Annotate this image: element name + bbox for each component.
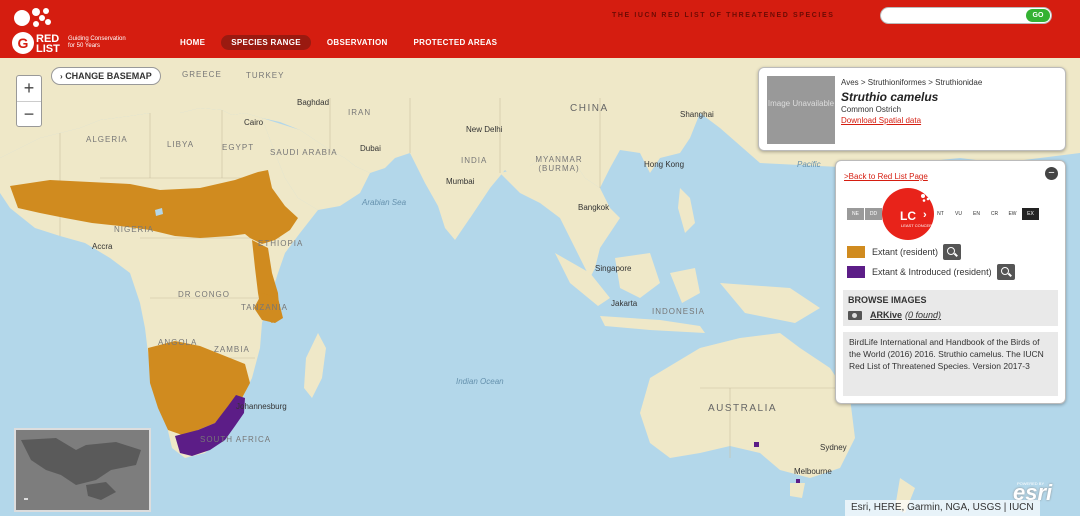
label-baghdad: Baghdad [297, 98, 330, 107]
label-accra: Accra [92, 242, 113, 251]
label-dr-congo: DR CONGO [178, 290, 230, 299]
overview-map[interactable] [14, 428, 151, 512]
zoom-to-extent-icon[interactable] [996, 264, 1015, 280]
search-input[interactable] [889, 10, 1019, 21]
main-nav: HOME SPECIES RANGE OBSERVATION PROTECTED… [170, 35, 507, 50]
category-dd: DD [865, 208, 882, 220]
change-basemap-button[interactable]: › CHANGE BASEMAP [51, 67, 161, 85]
back-to-red-list-link[interactable]: >Back to Red List Page [844, 172, 928, 181]
change-basemap-label: CHANGE BASEMAP [65, 71, 152, 81]
search-box: GO [880, 7, 1052, 24]
legend-label-extant: Extant (resident) [872, 247, 939, 257]
legend-swatch-introduced [847, 266, 865, 278]
taxonomy-breadcrumb: Aves > Struthioniformes > Struthionidae [841, 78, 983, 87]
label-angola: ANGOLA [158, 338, 198, 347]
label-ethiopia: ETHIOPIA [258, 239, 304, 248]
zoom-in-button[interactable]: + [17, 76, 41, 101]
label-cairo: Cairo [244, 118, 264, 127]
label-turkey: TURKEY [246, 71, 285, 80]
logo-tagline: Guiding Conservation for 50 Years [68, 36, 126, 49]
red-list-category-scale: NE DD NT VU EN CR EW EX [847, 208, 1039, 220]
label-zambia: ZAMBIA [214, 345, 250, 354]
category-cr: CR [986, 208, 1003, 220]
red-list-paw-icon [921, 193, 930, 202]
zoom-to-extent-icon[interactable] [943, 244, 962, 260]
category-en: EN [968, 208, 985, 220]
nav-protected-areas[interactable]: PROTECTED AREAS [404, 35, 508, 50]
common-name: Common Ostrich [841, 105, 902, 114]
logo-red-list-text: RED LIST [36, 33, 60, 55]
label-australia: AUSTRALIA [708, 403, 778, 414]
arkive-count: (0 found) [905, 310, 942, 320]
label-greece: GREECE [182, 70, 222, 79]
category-ex: EX [1022, 208, 1039, 220]
legend-introduced: Extant & Introduced (resident) [847, 264, 1015, 280]
label-arabian-sea: Arabian Sea [362, 198, 407, 207]
category-code: LC [900, 209, 916, 223]
label-algeria: ALGERIA [86, 135, 128, 144]
citation-text: BirdLife International and Handbook of t… [843, 332, 1058, 396]
legend-extant: Extant (resident) [847, 244, 962, 260]
nav-home[interactable]: HOME [170, 35, 215, 50]
label-saudi-arabia: SAUDI ARABIA [270, 148, 338, 157]
species-card: Image Unavailable Aves > Struthioniforme… [758, 67, 1066, 151]
site-tagline: THE IUCN RED LIST OF THREATENED SPECIES [612, 12, 835, 19]
scientific-name: Struthio camelus [841, 90, 939, 104]
category-ne: NE [847, 208, 864, 220]
legend-label-introduced: Extant & Introduced (resident) [872, 267, 992, 277]
label-shanghai: Shanghai [680, 110, 714, 119]
browse-images-title: BROWSE IMAGES [848, 295, 927, 305]
label-indian-ocean: Indian Ocean [456, 377, 504, 386]
label-china: CHINA [570, 103, 609, 114]
chevron-right-icon: › [923, 209, 927, 221]
search-go-button[interactable]: GO [1026, 9, 1050, 22]
label-myanmar: MYANMAR (BURMA) [535, 155, 583, 173]
chevron-right-icon: › [60, 72, 63, 81]
label-indonesia: INDONESIA [652, 307, 706, 316]
label-dubai: Dubai [360, 144, 381, 153]
species-info-panel: >Back to Red List Page − NE DD NT VU EN … [835, 160, 1066, 404]
collapse-panel-button[interactable]: − [1045, 167, 1058, 180]
label-nigeria: NIGERIA [114, 225, 154, 234]
browse-images-section: BROWSE IMAGES ARKive (0 found) [843, 290, 1058, 326]
label-india: INDIA [461, 156, 488, 165]
zoom-out-button[interactable]: − [17, 101, 41, 126]
nav-observation[interactable]: OBSERVATION [317, 35, 398, 50]
category-nt: NT [932, 208, 949, 220]
camera-icon [848, 310, 862, 320]
overview-map-svg [16, 430, 149, 510]
legend-swatch-extant [847, 246, 865, 258]
header: G RED LIST Guiding Conservation for 50 Y… [0, 0, 1080, 58]
label-hong-kong: Hong Kong [644, 160, 685, 169]
map-attribution: Esri, HERE, Garmin, NGA, USGS | IUCN [845, 500, 1040, 516]
iucn-red-list-logo[interactable]: G RED LIST Guiding Conservation for 50 Y… [12, 6, 126, 55]
label-new-delhi: New Delhi [466, 125, 503, 134]
category-ew: EW [1004, 208, 1021, 220]
category-subtitle: LEAST CONCERN [901, 223, 935, 228]
label-melbourne: Melbourne [794, 467, 832, 476]
label-south-africa: SOUTH AFRICA [200, 435, 272, 444]
label-tanzania: TANZANIA [241, 303, 288, 312]
label-mumbai: Mumbai [446, 177, 475, 186]
category-vu: VU [950, 208, 967, 220]
logo-paw-icon [14, 8, 51, 27]
iucn-g-icon: G [12, 32, 34, 54]
species-image-placeholder: Image Unavailable [767, 76, 835, 144]
label-singapore: Singapore [595, 264, 632, 273]
label-iran: IRAN [348, 108, 372, 117]
download-spatial-data-link[interactable]: Download Spatial data [841, 116, 921, 125]
label-sydney: Sydney [820, 443, 847, 452]
arkive-link[interactable]: ARKive [870, 310, 902, 320]
label-pacific: Pacific [797, 160, 821, 169]
label-bangkok: Bangkok [578, 203, 610, 212]
label-jakarta: Jakarta [611, 299, 638, 308]
label-johannesburg: Johannesburg [236, 402, 287, 411]
zoom-control: + − [16, 75, 42, 127]
label-libya: LIBYA [167, 140, 195, 149]
label-egypt: EGYPT [222, 143, 255, 152]
nav-species-range[interactable]: SPECIES RANGE [221, 35, 311, 50]
arkive-item[interactable]: ARKive (0 found) [848, 310, 941, 320]
